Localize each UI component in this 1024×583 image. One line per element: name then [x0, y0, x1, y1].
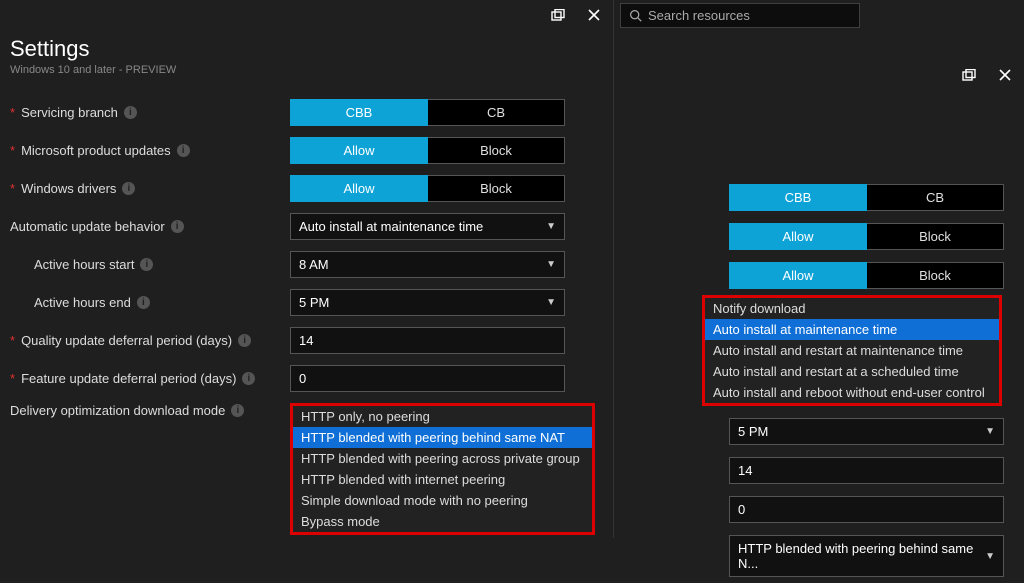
- toggle-cbb[interactable]: CBB: [729, 184, 867, 211]
- settings-window-1: Settings Windows 10 and later - PREVIEW …: [0, 0, 614, 538]
- page-heading: Settings Windows 10 and later - PREVIEW: [0, 30, 613, 88]
- close-button[interactable]: [581, 4, 607, 26]
- label-feature-deferral: Feature update deferral period (days): [21, 371, 236, 386]
- quality-deferral-input[interactable]: 14: [290, 327, 565, 354]
- page-subtitle: Windows 10 and later - PREVIEW: [10, 64, 603, 76]
- toggle-allow[interactable]: Allow: [729, 223, 867, 250]
- toggle-allow[interactable]: Allow: [290, 175, 428, 202]
- page-title: Settings: [10, 36, 603, 62]
- toggle-block[interactable]: Block: [428, 175, 565, 202]
- delivery-mode-select[interactable]: HTTP blended with peering behind same N.…: [729, 535, 1004, 577]
- dropdown-option[interactable]: HTTP blended with internet peering: [293, 469, 592, 490]
- dropdown-option[interactable]: HTTP blended with peering behind same NA…: [293, 427, 592, 448]
- settings-form-2: CBB CB Allow Block Allow Block Notify do…: [614, 178, 1024, 583]
- titlebar-2b: [614, 60, 1024, 90]
- toggle-cb[interactable]: CB: [867, 184, 1004, 211]
- auto-update-behavior-dropdown[interactable]: Notify downloadAuto install at maintenan…: [702, 295, 1002, 406]
- search-placeholder: Search resources: [648, 8, 750, 23]
- active-hours-end-select[interactable]: 5 PM ▼: [729, 418, 1004, 445]
- product-updates-toggle[interactable]: Allow Block: [729, 223, 1004, 250]
- toggle-block[interactable]: Block: [867, 223, 1004, 250]
- label-active-hours-end: Active hours end: [34, 295, 131, 310]
- label-active-hours-start: Active hours start: [34, 257, 134, 272]
- toggle-cb[interactable]: CB: [428, 99, 565, 126]
- active-hours-end-select[interactable]: 5 PM ▼: [290, 289, 565, 316]
- restore-button[interactable]: [545, 4, 571, 26]
- servicing-branch-toggle[interactable]: CBB CB: [290, 99, 565, 126]
- info-icon[interactable]: i: [242, 372, 255, 385]
- toggle-allow[interactable]: Allow: [729, 262, 867, 289]
- titlebar-1: [0, 0, 613, 30]
- info-icon[interactable]: i: [231, 404, 244, 417]
- restore-button[interactable]: [956, 64, 982, 86]
- chevron-down-icon: ▼: [546, 221, 556, 232]
- dropdown-option[interactable]: Auto install at maintenance time: [705, 319, 999, 340]
- toggle-cbb[interactable]: CBB: [290, 99, 428, 126]
- feature-deferral-input[interactable]: 0: [729, 496, 1004, 523]
- settings-window-2: Search resources CBB CB Allow Block Allo…: [614, 0, 1024, 538]
- label-delivery-mode: Delivery optimization download mode: [10, 403, 225, 418]
- chevron-down-icon: ▼: [985, 551, 995, 562]
- select-value: 5 PM: [299, 295, 329, 310]
- info-icon[interactable]: i: [122, 182, 135, 195]
- dropdown-option[interactable]: Notify download: [705, 298, 999, 319]
- info-icon[interactable]: i: [137, 296, 150, 309]
- chevron-down-icon: ▼: [546, 259, 556, 270]
- settings-form-1: *Servicing branchi CBB CB *Microsoft pro…: [0, 99, 613, 418]
- label-windows-drivers: Windows drivers: [21, 181, 116, 196]
- label-product-updates: Microsoft product updates: [21, 143, 171, 158]
- titlebar-2: Search resources: [614, 0, 1024, 30]
- info-icon[interactable]: i: [171, 220, 184, 233]
- dropdown-option[interactable]: Auto install and reboot without end-user…: [705, 382, 999, 403]
- select-value: Auto install at maintenance time: [299, 219, 483, 234]
- info-icon[interactable]: i: [140, 258, 153, 271]
- label-quality-deferral: Quality update deferral period (days): [21, 333, 232, 348]
- toggle-block[interactable]: Block: [867, 262, 1004, 289]
- windows-drivers-toggle[interactable]: Allow Block: [290, 175, 565, 202]
- quality-deferral-input[interactable]: 14: [729, 457, 1004, 484]
- dropdown-option[interactable]: Auto install and restart at maintenance …: [705, 340, 999, 361]
- select-value: 8 AM: [299, 257, 329, 272]
- servicing-branch-toggle[interactable]: CBB CB: [729, 184, 1004, 211]
- chevron-down-icon: ▼: [985, 426, 995, 437]
- dropdown-option[interactable]: HTTP only, no peering: [293, 406, 592, 427]
- delivery-mode-dropdown[interactable]: HTTP only, no peeringHTTP blended with p…: [290, 403, 595, 535]
- label-auto-update-behavior: Automatic update behavior: [10, 219, 165, 234]
- toggle-allow[interactable]: Allow: [290, 137, 428, 164]
- search-input[interactable]: Search resources: [620, 3, 860, 28]
- dropdown-option[interactable]: Auto install and restart at a scheduled …: [705, 361, 999, 382]
- toggle-block[interactable]: Block: [428, 137, 565, 164]
- dropdown-option[interactable]: Simple download mode with no peering: [293, 490, 592, 511]
- info-icon[interactable]: i: [238, 334, 251, 347]
- windows-drivers-toggle[interactable]: Allow Block: [729, 262, 1004, 289]
- select-value: HTTP blended with peering behind same N.…: [738, 541, 985, 571]
- close-button[interactable]: [992, 64, 1018, 86]
- info-icon[interactable]: i: [177, 144, 190, 157]
- info-icon[interactable]: i: [124, 106, 137, 119]
- auto-update-behavior-select[interactable]: Auto install at maintenance time ▼: [290, 213, 565, 240]
- active-hours-start-select[interactable]: 8 AM ▼: [290, 251, 565, 278]
- dropdown-option[interactable]: Bypass mode: [293, 511, 592, 532]
- product-updates-toggle[interactable]: Allow Block: [290, 137, 565, 164]
- search-icon: [629, 9, 642, 22]
- dropdown-option[interactable]: HTTP blended with peering across private…: [293, 448, 592, 469]
- select-value: 5 PM: [738, 424, 768, 439]
- chevron-down-icon: ▼: [546, 297, 556, 308]
- feature-deferral-input[interactable]: 0: [290, 365, 565, 392]
- label-servicing-branch: Servicing branch: [21, 105, 118, 120]
